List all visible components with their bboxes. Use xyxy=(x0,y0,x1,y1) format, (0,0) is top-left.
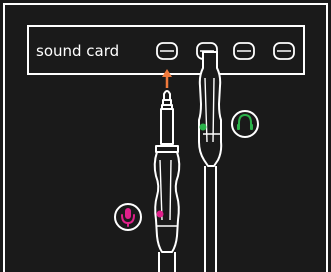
headphone-cable xyxy=(198,51,223,272)
headphone-plug-body xyxy=(198,51,223,167)
microphone-color-dot xyxy=(156,210,164,218)
microphone-plug-body xyxy=(153,151,181,253)
microphone-plug-sleeve xyxy=(160,108,174,145)
headphones-badge xyxy=(231,110,259,138)
headphone-color-dot xyxy=(199,123,207,131)
sound-card-connection-diagram: sound card xyxy=(3,3,328,272)
sound-card-label: sound card xyxy=(36,42,119,60)
microphone-cable xyxy=(153,90,181,272)
microphone-badge xyxy=(114,203,142,231)
microphone-plug-tip xyxy=(163,90,171,101)
